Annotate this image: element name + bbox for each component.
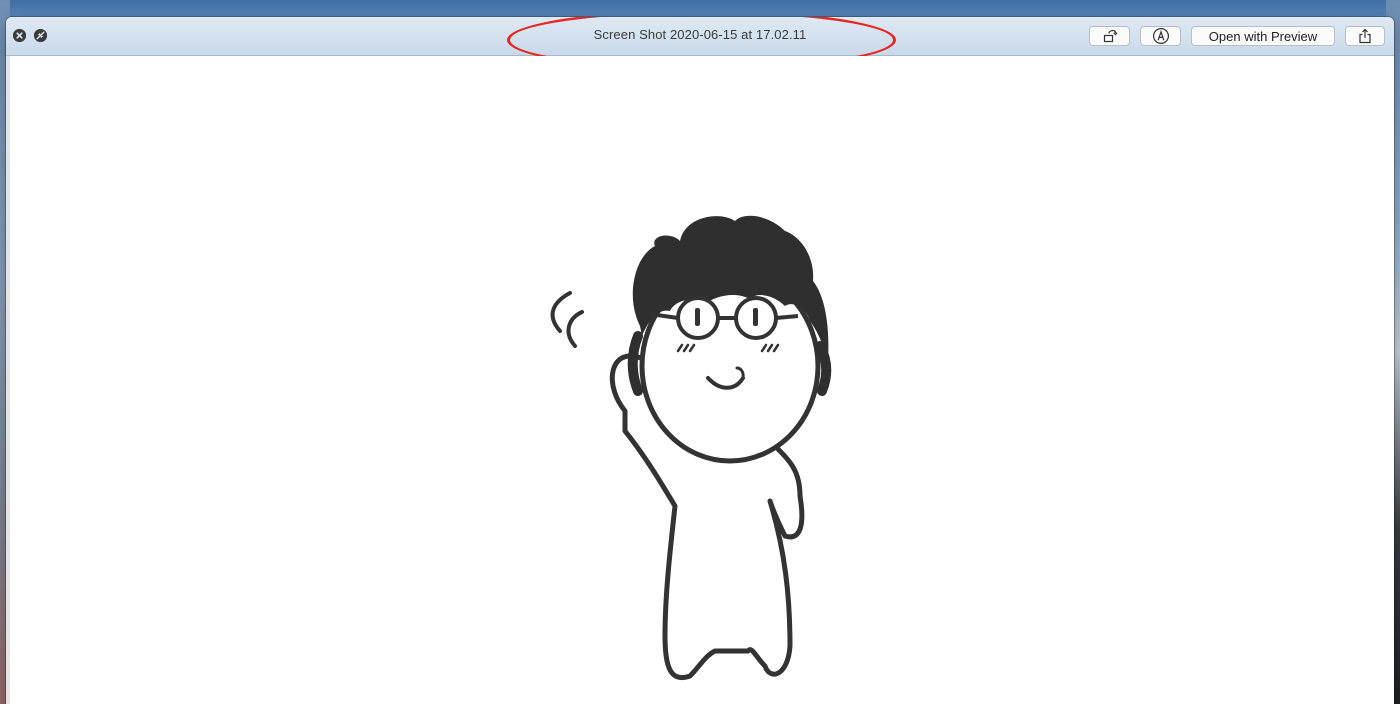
desktop-background-top — [0, 0, 1400, 17]
quick-look-window: Screen Shot 2020-06-15 at 17.02.11 Open … — [6, 17, 1394, 704]
window-title: Screen Shot 2020-06-15 at 17.02.11 — [593, 27, 807, 42]
markup-button[interactable] — [1140, 26, 1181, 46]
waving-person-illustration — [550, 215, 832, 680]
open-with-preview-button[interactable]: Open with Preview — [1191, 26, 1335, 46]
markup-pen-icon — [1152, 27, 1169, 45]
share-button[interactable] — [1345, 26, 1385, 46]
rotate-icon — [1103, 29, 1117, 43]
rotate-button[interactable] — [1089, 26, 1130, 46]
image-preview-area — [6, 56, 1394, 704]
title-bar: Screen Shot 2020-06-15 at 17.02.11 Open … — [6, 17, 1394, 70]
share-icon — [1359, 28, 1371, 44]
